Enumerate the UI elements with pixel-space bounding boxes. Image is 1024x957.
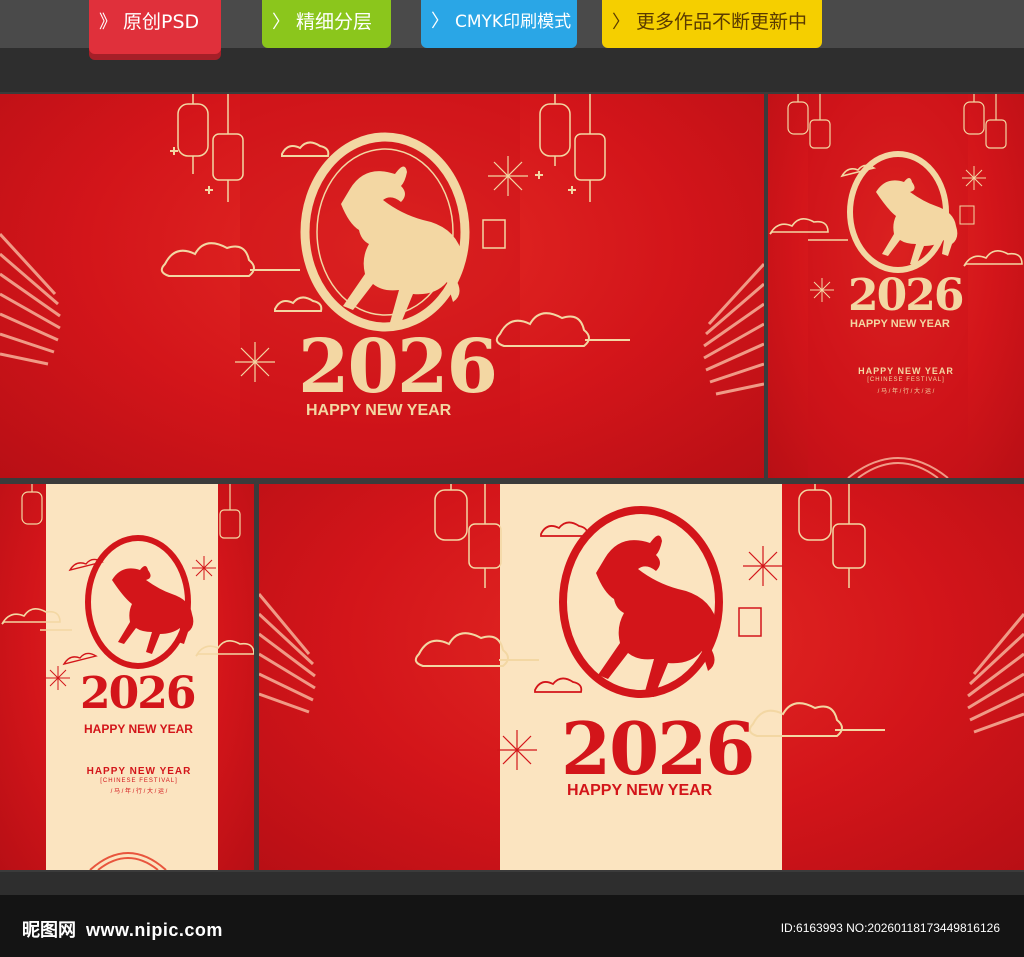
tab-fine-layers[interactable]: 〉精细分层 bbox=[262, 0, 391, 48]
year-title: 2026 bbox=[848, 270, 964, 321]
image-id-text: ID:6163993 NO:20260118173449816126 bbox=[780, 921, 1000, 935]
double-chevron-icon: 》 bbox=[99, 12, 117, 33]
horse-icon bbox=[596, 535, 718, 697]
cloud-icon bbox=[62, 558, 104, 666]
lantern-icon bbox=[434, 484, 866, 588]
tab-label: CMYK印刷模式 bbox=[455, 12, 572, 32]
year-title: 2026 bbox=[561, 706, 755, 791]
tab-label: 原创PSD bbox=[123, 11, 200, 33]
tab-label: 更多作品不断更新中 bbox=[636, 11, 808, 33]
greeting-caption: HAPPY NEW YEAR bbox=[86, 766, 192, 777]
preview-panel-portrait-red: 2026 HAPPY NEW YEAR HAPPY NEW YEAR [CHIN… bbox=[768, 94, 1024, 478]
blessing-caption: / 马 / 年 / 行 / 大 / 运 / bbox=[877, 389, 935, 395]
paper-fan-icon bbox=[703, 262, 764, 396]
greeting-text: HAPPY NEW YEAR bbox=[306, 402, 452, 419]
chevron-right-icon: 〉 bbox=[431, 11, 449, 32]
lantern-icon bbox=[21, 484, 241, 539]
chevron-right-icon: 〉 bbox=[612, 12, 630, 33]
panel-decoration bbox=[0, 94, 764, 478]
tab-label: 精细分层 bbox=[296, 11, 373, 33]
preview-panel-landscape-cream: 2026 HAPPY NEW YEAR bbox=[259, 484, 1024, 870]
preview-stage: 》原创PSD 〉精细分层 〉 CMYK印刷模式 〉更多作品不断更新中 2026 … bbox=[0, 0, 1024, 957]
brand-name: 昵图网 bbox=[22, 920, 76, 941]
paper-fan-icon bbox=[89, 852, 167, 870]
paper-fan-icon bbox=[967, 613, 1024, 734]
year-title: 2026 bbox=[298, 324, 498, 410]
preview-panel-portrait-cream: 2026 HAPPY NEW YEAR HAPPY NEW YEAR [CHIN… bbox=[0, 484, 254, 870]
tab-original-psd[interactable]: 》原创PSD bbox=[89, 0, 221, 54]
festival-caption: [CHINESE FESTIVAL] bbox=[100, 778, 178, 784]
chevron-right-icon: 〉 bbox=[272, 12, 290, 33]
site-brand[interactable]: 昵图网 www.nipic.com bbox=[22, 916, 223, 942]
footer-strip bbox=[0, 872, 1024, 895]
paper-fan-icon bbox=[0, 232, 61, 366]
paper-fan-icon bbox=[259, 593, 316, 714]
festival-caption: [CHINESE FESTIVAL] bbox=[867, 377, 945, 383]
lantern-icon bbox=[539, 94, 606, 202]
blessing-caption: / 马 / 年 / 行 / 大 / 运 / bbox=[110, 789, 168, 795]
greeting-text: HAPPY NEW YEAR bbox=[567, 782, 713, 799]
greeting-caption: HAPPY NEW YEAR bbox=[858, 366, 954, 376]
lantern-icon bbox=[177, 94, 244, 202]
greeting-text: HAPPY NEW YEAR bbox=[850, 318, 950, 330]
top-bar-shadow bbox=[0, 48, 1024, 92]
horse-icon bbox=[112, 566, 194, 654]
greeting-text: HAPPY NEW YEAR bbox=[84, 722, 193, 736]
seal-stamp bbox=[738, 607, 762, 637]
brand-url: www.nipic.com bbox=[86, 920, 223, 940]
year-title: 2026 bbox=[80, 668, 196, 719]
preview-panel-landscape: 2026 HAPPY NEW YEAR bbox=[0, 94, 764, 478]
tab-cmyk-mode[interactable]: 〉 CMYK印刷模式 bbox=[421, 0, 577, 48]
tab-more-works[interactable]: 〉更多作品不断更新中 bbox=[602, 0, 822, 48]
